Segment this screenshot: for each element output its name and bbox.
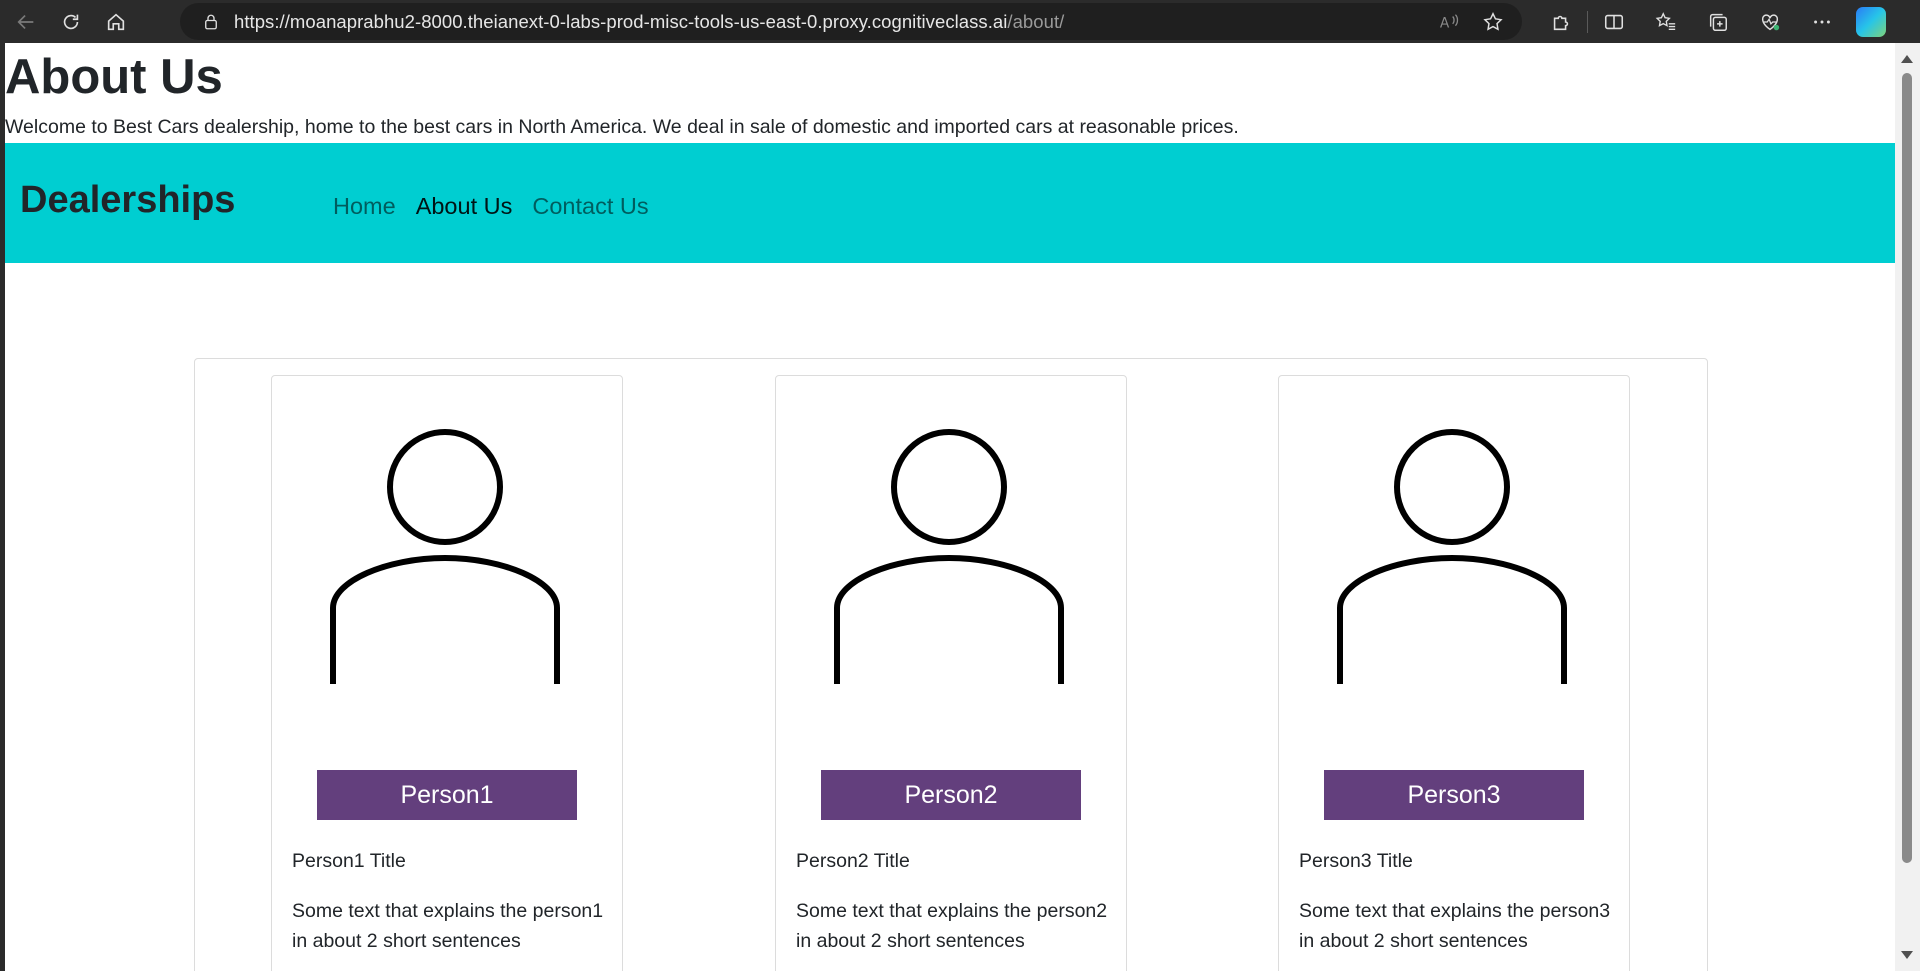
refresh-icon	[63, 14, 79, 29]
person-avatar-icon	[1337, 429, 1567, 684]
nav-links: Home About Us Contact Us	[333, 193, 649, 220]
person-title: Person2 Title	[796, 850, 910, 872]
browser-toolbar: https://moanaprabhu2-8000.theianext-0-la…	[0, 0, 1920, 43]
split-screen-button[interactable]	[1588, 0, 1640, 43]
navbar-brand[interactable]: Dealerships	[20, 179, 235, 222]
intro-text: Welcome to Best Cars dealership, home to…	[5, 116, 1239, 138]
lock-icon	[205, 14, 217, 29]
person-title: Person1 Title	[292, 850, 406, 872]
collections-icon	[1709, 13, 1727, 31]
navbar: Dealerships Home About Us Contact Us	[5, 143, 1895, 263]
heart-pulse-icon	[1761, 13, 1780, 30]
person-name-button[interactable]: Person3	[1324, 770, 1584, 820]
person-avatar-icon	[330, 429, 560, 684]
back-button[interactable]	[7, 3, 45, 41]
favorites-list-icon	[1655, 11, 1676, 30]
split-screen-icon	[1604, 14, 1624, 29]
read-aloud-icon[interactable]: A	[1438, 11, 1460, 33]
person-name-button[interactable]: Person2	[821, 770, 1081, 820]
person-name-button[interactable]: Person1	[317, 770, 577, 820]
address-bar[interactable]: https://moanaprabhu2-8000.theianext-0-la…	[180, 3, 1522, 40]
person-card: Person3 Person3 Title Some text that exp…	[1278, 375, 1630, 971]
favorite-star-icon[interactable]	[1482, 11, 1504, 33]
person-description: Some text that explains the person1 in a…	[292, 900, 604, 952]
svg-text:A: A	[1440, 15, 1450, 31]
more-menu-button[interactable]	[1796, 0, 1848, 43]
home-button[interactable]	[97, 3, 135, 41]
back-arrow-icon	[17, 14, 34, 29]
nav-link-home[interactable]: Home	[333, 193, 396, 220]
extensions-button[interactable]	[1535, 0, 1587, 43]
person-card: Person2 Person2 Title Some text that exp…	[775, 375, 1127, 971]
more-dots-icon	[1814, 20, 1830, 23]
collections-button[interactable]	[1692, 0, 1744, 43]
person-description: Some text that explains the person3 in a…	[1299, 900, 1611, 952]
scroll-up-arrow-icon[interactable]	[1901, 55, 1913, 63]
home-icon	[107, 13, 125, 30]
card-deck: Person1 Person1 Title Some text that exp…	[194, 358, 1708, 971]
puzzle-icon	[1553, 15, 1569, 30]
favorites-button[interactable]	[1640, 0, 1692, 43]
vertical-scrollbar[interactable]	[1895, 43, 1920, 971]
browser-essentials-button[interactable]	[1744, 0, 1796, 43]
nav-link-about-us[interactable]: About Us	[416, 193, 513, 220]
person-avatar-icon	[834, 429, 1064, 684]
person-card: Person1 Person1 Title Some text that exp…	[271, 375, 623, 971]
url-text: https://moanaprabhu2-8000.theianext-0-la…	[234, 10, 1065, 32]
scroll-down-arrow-icon[interactable]	[1901, 951, 1913, 959]
person-description: Some text that explains the person2 in a…	[796, 900, 1108, 952]
page-viewport: About Us Welcome to Best Cars dealership…	[5, 43, 1895, 971]
scroll-thumb[interactable]	[1902, 73, 1912, 863]
copilot-icon[interactable]	[1856, 6, 1886, 37]
refresh-button[interactable]	[52, 3, 90, 41]
nav-link-contact-us[interactable]: Contact Us	[532, 193, 648, 220]
page-title: About Us	[5, 50, 223, 104]
person-title: Person3 Title	[1299, 850, 1413, 872]
